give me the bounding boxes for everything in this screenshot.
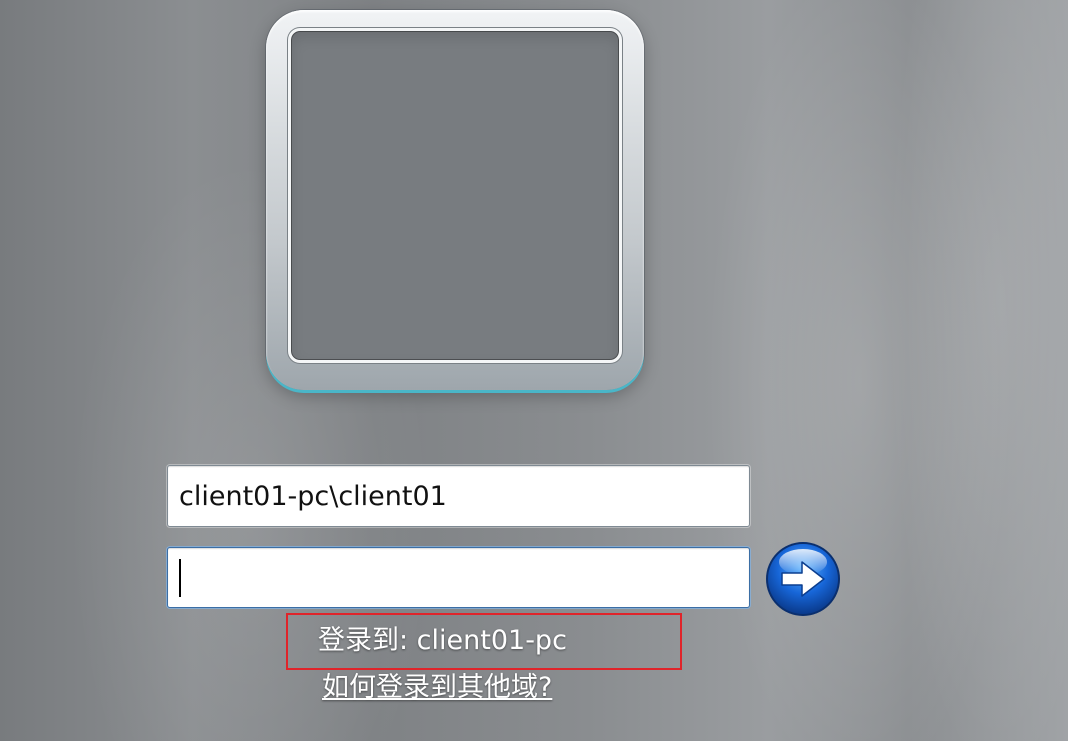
password-field[interactable] <box>167 547 750 608</box>
text-caret <box>179 559 181 597</box>
logon-to-label: 登录到: client01-pc <box>318 625 567 656</box>
other-domain-link[interactable]: 如何登录到其他域? <box>322 668 552 708</box>
user-tile <box>266 10 644 390</box>
user-picture-frame <box>288 28 622 363</box>
submit-arrow-button[interactable] <box>764 540 842 618</box>
username-field[interactable] <box>167 465 750 527</box>
arrow-right-icon <box>766 542 840 616</box>
